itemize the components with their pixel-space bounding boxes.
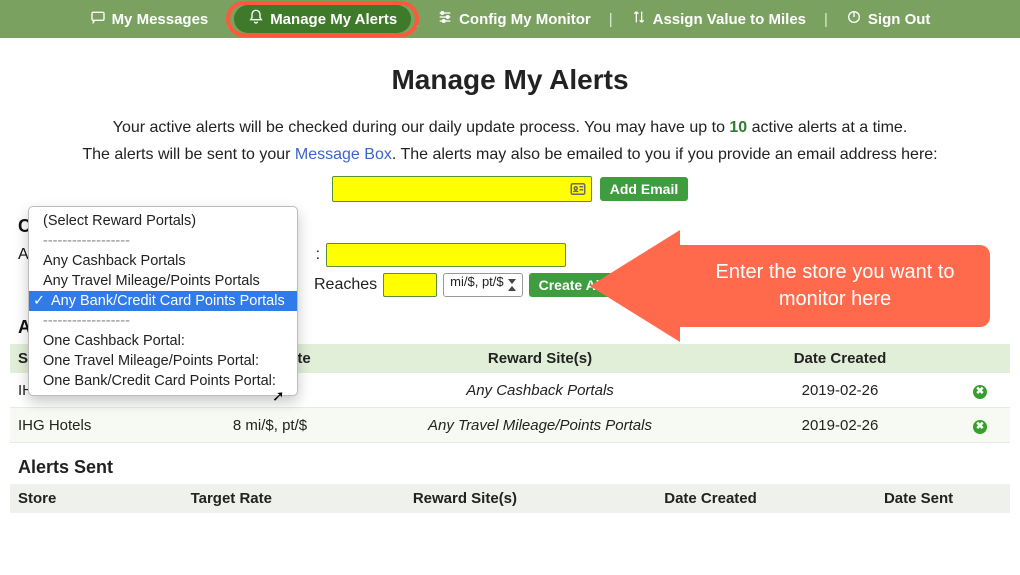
cell-date: 2019-02-26 [730, 373, 950, 408]
unit-selected-label: mi/$, pt/$ [450, 274, 503, 289]
cell-date: 2019-02-26 [730, 408, 950, 443]
col-reward-sites: Reward Site(s) [336, 484, 594, 513]
intro-part: active alerts at a time. [747, 119, 907, 136]
intro-part: Your active alerts will be checked durin… [113, 119, 730, 136]
nav-separator: | [820, 11, 832, 28]
nav-assign-value[interactable]: Assign Value to Miles [617, 5, 820, 33]
top-nav: My Messages | Manage My Alerts | Config … [0, 0, 1020, 38]
intro-part: . The alerts may also be emailed to you … [392, 146, 938, 163]
col-store: Store [10, 484, 127, 513]
contact-card-icon [569, 180, 587, 202]
intro-part: The alerts will be sent to your [82, 146, 295, 163]
cell-rate: 8 mi/$, pt/$ [190, 408, 350, 443]
nav-my-messages[interactable]: My Messages [76, 5, 223, 33]
nav-label: Manage My Alerts [270, 11, 397, 28]
message-box-link[interactable]: Message Box [295, 146, 392, 163]
nav-separator: | [222, 11, 234, 28]
alerts-sent-heading: Alerts Sent [18, 457, 1002, 478]
col-date-sent: Date Sent [827, 484, 1010, 513]
nav-label: My Messages [112, 11, 209, 28]
dropdown-option[interactable]: Any Travel Mileage/Points Portals [29, 271, 297, 291]
nav-separator: | [411, 11, 423, 28]
delete-alert-button[interactable] [973, 381, 987, 398]
nav-manage-alerts[interactable]: Manage My Alerts [234, 5, 411, 33]
page-title: Manage My Alerts [10, 64, 1010, 96]
col-date-created: Date Created [730, 344, 950, 373]
dropdown-option-selected[interactable]: Any Bank/Credit Card Points Portals ➚ [29, 291, 297, 311]
col-target-rate: Target Rate [127, 484, 336, 513]
email-input[interactable] [332, 176, 592, 202]
nav-sign-out[interactable]: Sign Out [832, 5, 945, 33]
col-actions [950, 344, 1010, 373]
rate-unit-select[interactable]: mi/$, pt/$ [443, 273, 522, 297]
create-alert-button[interactable]: Create Alert [529, 273, 628, 297]
dropdown-option[interactable]: One Cashback Portal: [29, 331, 297, 351]
store-name-input[interactable] [326, 243, 566, 267]
dropdown-option[interactable]: Any Cashback Portals [29, 251, 297, 271]
delete-alert-button[interactable] [973, 416, 987, 433]
power-icon [846, 9, 862, 29]
dropdown-option[interactable]: One Travel Mileage/Points Portal: [29, 351, 297, 371]
cell-reward: Any Cashback Portals [350, 373, 730, 408]
row1-colon: : [316, 246, 320, 264]
dropdown-separator: ------------------ [29, 231, 297, 251]
nav-separator: | [605, 11, 617, 28]
message-icon [90, 9, 106, 29]
alerts-sent-table: Store Target Rate Reward Site(s) Date Cr… [10, 484, 1010, 513]
bell-icon [248, 9, 264, 29]
nav-label: Config My Monitor [459, 11, 591, 28]
updown-icon [631, 9, 647, 29]
nav-config-monitor[interactable]: Config My Monitor [423, 5, 605, 33]
sliders-icon [437, 9, 453, 29]
reaches-label: Reaches [314, 276, 377, 294]
table-row: IHG Hotels 8 mi/$, pt/$ Any Travel Milea… [10, 408, 1010, 443]
dropdown-option[interactable]: (Select Reward Portals) [29, 211, 297, 231]
dropdown-separator: ------------------ [29, 311, 297, 331]
cell-store: IHG Hotels [10, 408, 190, 443]
add-email-button[interactable]: Add Email [600, 177, 688, 201]
col-reward-sites: Reward Site(s) [350, 344, 730, 373]
reward-portal-dropdown[interactable]: (Select Reward Portals) ----------------… [28, 206, 298, 396]
cell-reward: Any Travel Mileage/Points Portals [350, 408, 730, 443]
nav-label: Assign Value to Miles [653, 11, 806, 28]
max-alerts-count: 10 [729, 119, 747, 136]
col-date-created: Date Created [594, 484, 827, 513]
intro-text: Your active alerts will be checked durin… [10, 114, 1010, 168]
nav-label: Sign Out [868, 11, 931, 28]
dropdown-option[interactable]: One Bank/Credit Card Points Portal: [29, 371, 297, 391]
target-rate-input[interactable] [383, 273, 437, 297]
